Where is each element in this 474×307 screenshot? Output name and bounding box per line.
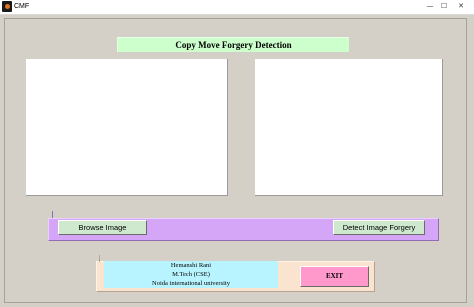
result-image-axes: [255, 59, 443, 196]
credits-box: Hemanshi Rani M.Tech (CSE) Noida interna…: [104, 261, 278, 288]
title-bar: CMF — ☐ ✕: [0, 0, 474, 15]
original-image-axes: [26, 59, 228, 196]
panel-tick: [52, 211, 53, 218]
minimize-icon[interactable]: —: [424, 0, 436, 13]
exit-button[interactable]: EXIT: [300, 266, 369, 287]
author-name: Hemanshi Rani: [170, 262, 212, 269]
maximize-icon[interactable]: ☐: [438, 0, 450, 13]
panel-tick: [99, 255, 100, 262]
app-icon: [2, 1, 12, 12]
author-university: Noida international university: [152, 280, 230, 287]
author-degree: M.Tech (CSE): [172, 271, 210, 278]
detect-forgery-button[interactable]: Detect Image Forgery: [333, 220, 425, 235]
browse-image-button[interactable]: Browse Image: [58, 220, 147, 235]
page-title: Copy Move Forgery Detection: [117, 37, 349, 52]
window-title: CMF: [14, 3, 30, 10]
close-icon[interactable]: ✕: [455, 0, 467, 13]
